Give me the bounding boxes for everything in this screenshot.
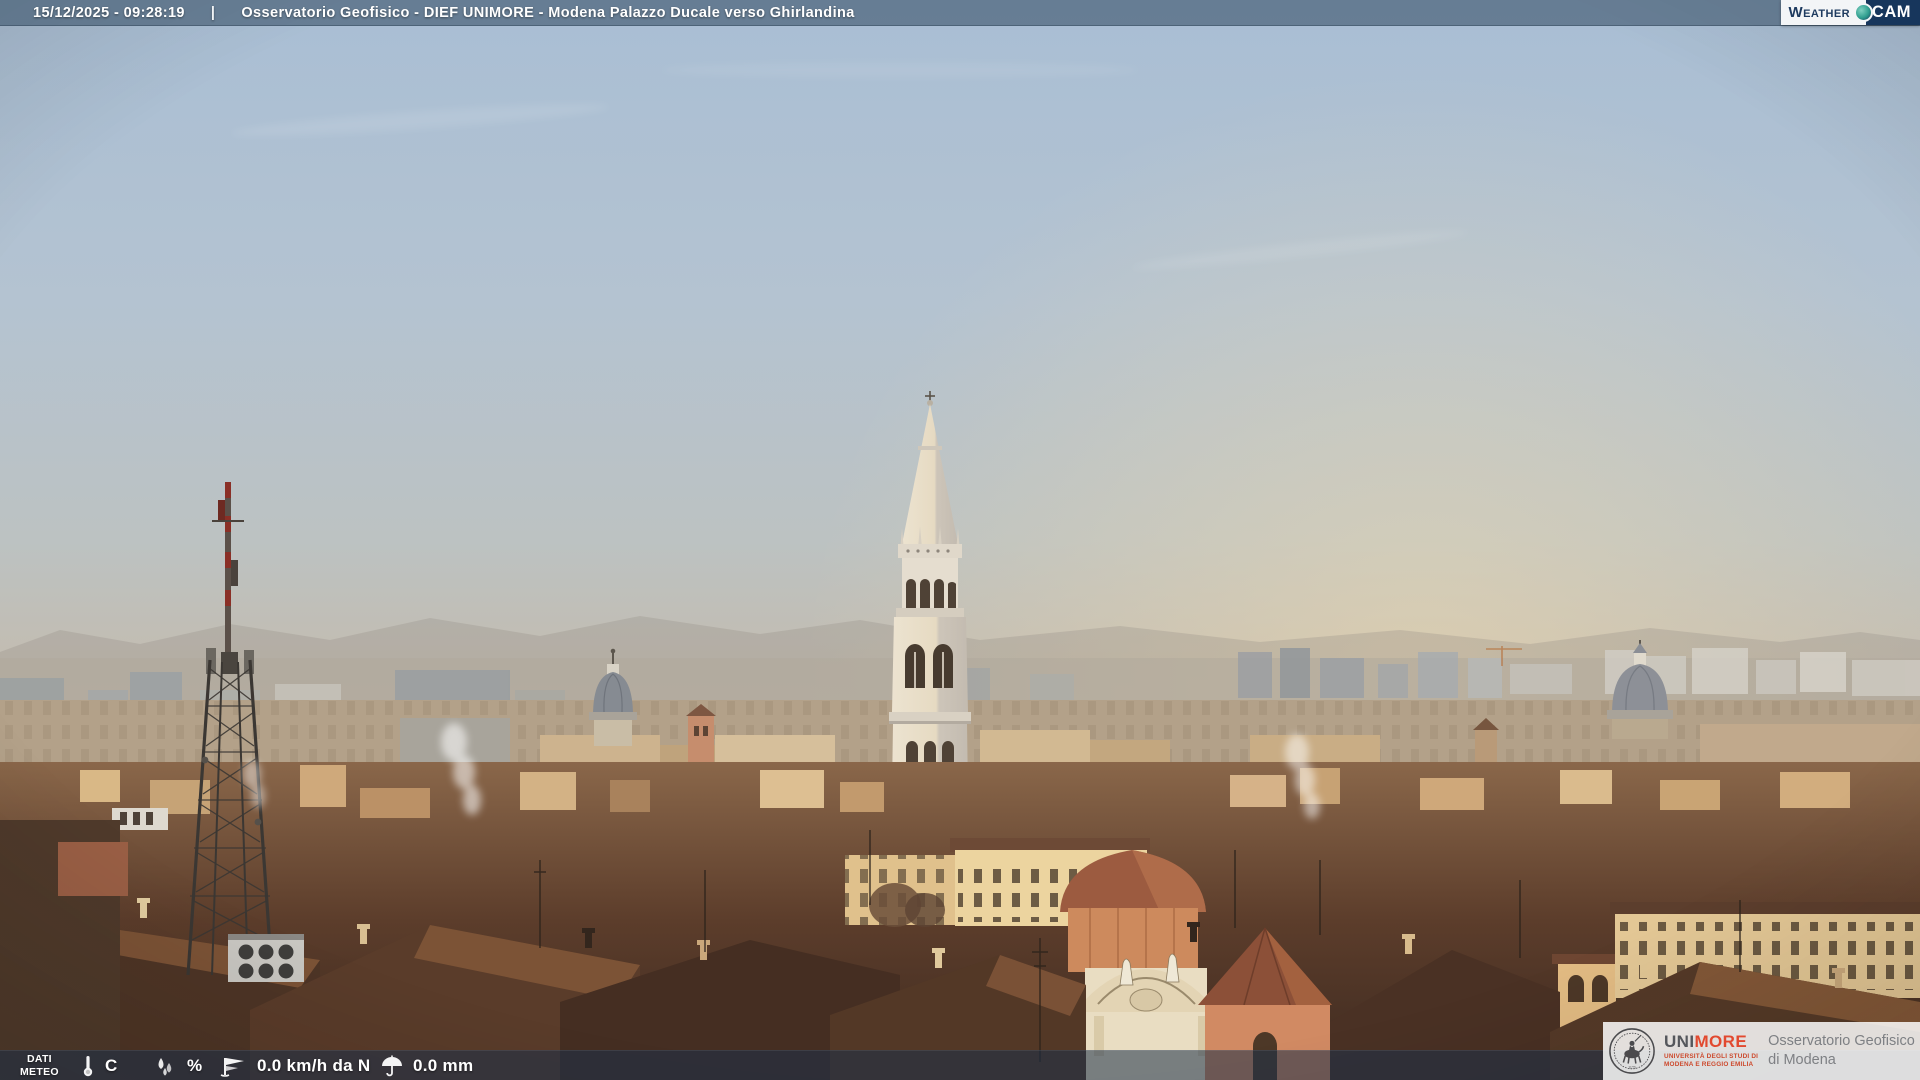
weather-data-label: DATI METEO	[20, 1051, 59, 1080]
thermometer-icon	[80, 1054, 96, 1078]
university-subtitle: UNIVERSITÀ DEGLI STUDI DI MODENA E REGGI…	[1664, 1053, 1758, 1069]
weathercam-globe-icon	[1854, 3, 1873, 22]
umbrella-icon	[380, 1054, 404, 1078]
seal-year: 1175	[1628, 1065, 1636, 1070]
humidity-unit: %	[187, 1056, 202, 1075]
weathercam-text-cam: CAM	[1866, 0, 1920, 25]
wind-readout: 0.0 km/h da N	[218, 1051, 371, 1080]
temperature-readout: C	[80, 1051, 118, 1080]
weathercam-text-weather: Weather	[1789, 4, 1850, 21]
observatory-name: Osservatorio Geofisico di Modena	[1768, 1032, 1915, 1070]
temperature-unit: C	[105, 1056, 118, 1075]
webcam-frame: 15/12/2025 - 09:28:19 | Osservatorio Geo…	[0, 0, 1920, 1080]
brand-uni: UNI	[1664, 1032, 1694, 1051]
timestamp: 15/12/2025 - 09:28:19	[33, 5, 185, 21]
separator: |	[211, 5, 215, 21]
unimore-seal-icon: 1175	[1608, 1026, 1656, 1076]
windsock-icon	[218, 1054, 248, 1078]
weathercam-logo[interactable]: Weather CAM	[1781, 0, 1920, 25]
webcam-photo	[0, 0, 1920, 1080]
unimore-logo-box[interactable]: 1175 UNIMORE UNIVERSITÀ DEGLI STUDI DI M…	[1603, 1022, 1920, 1080]
humidity-readout: %	[152, 1051, 202, 1080]
droplets-icon	[152, 1054, 178, 1078]
top-info-bar: 15/12/2025 - 09:28:19 | Osservatorio Geo…	[0, 0, 1920, 26]
rain-readout: 0.0 mm	[380, 1051, 473, 1080]
vignette	[0, 0, 1920, 1080]
camera-title: Osservatorio Geofisico - DIEF UNIMORE - …	[241, 5, 854, 21]
brand-more: MORE	[1694, 1032, 1747, 1051]
rain-value: 0.0 mm	[413, 1056, 473, 1076]
unimore-wordmark: UNIMORE UNIVERSITÀ DEGLI STUDI DI MODENA…	[1664, 1033, 1758, 1069]
wind-value: 0.0 km/h da N	[257, 1056, 371, 1076]
